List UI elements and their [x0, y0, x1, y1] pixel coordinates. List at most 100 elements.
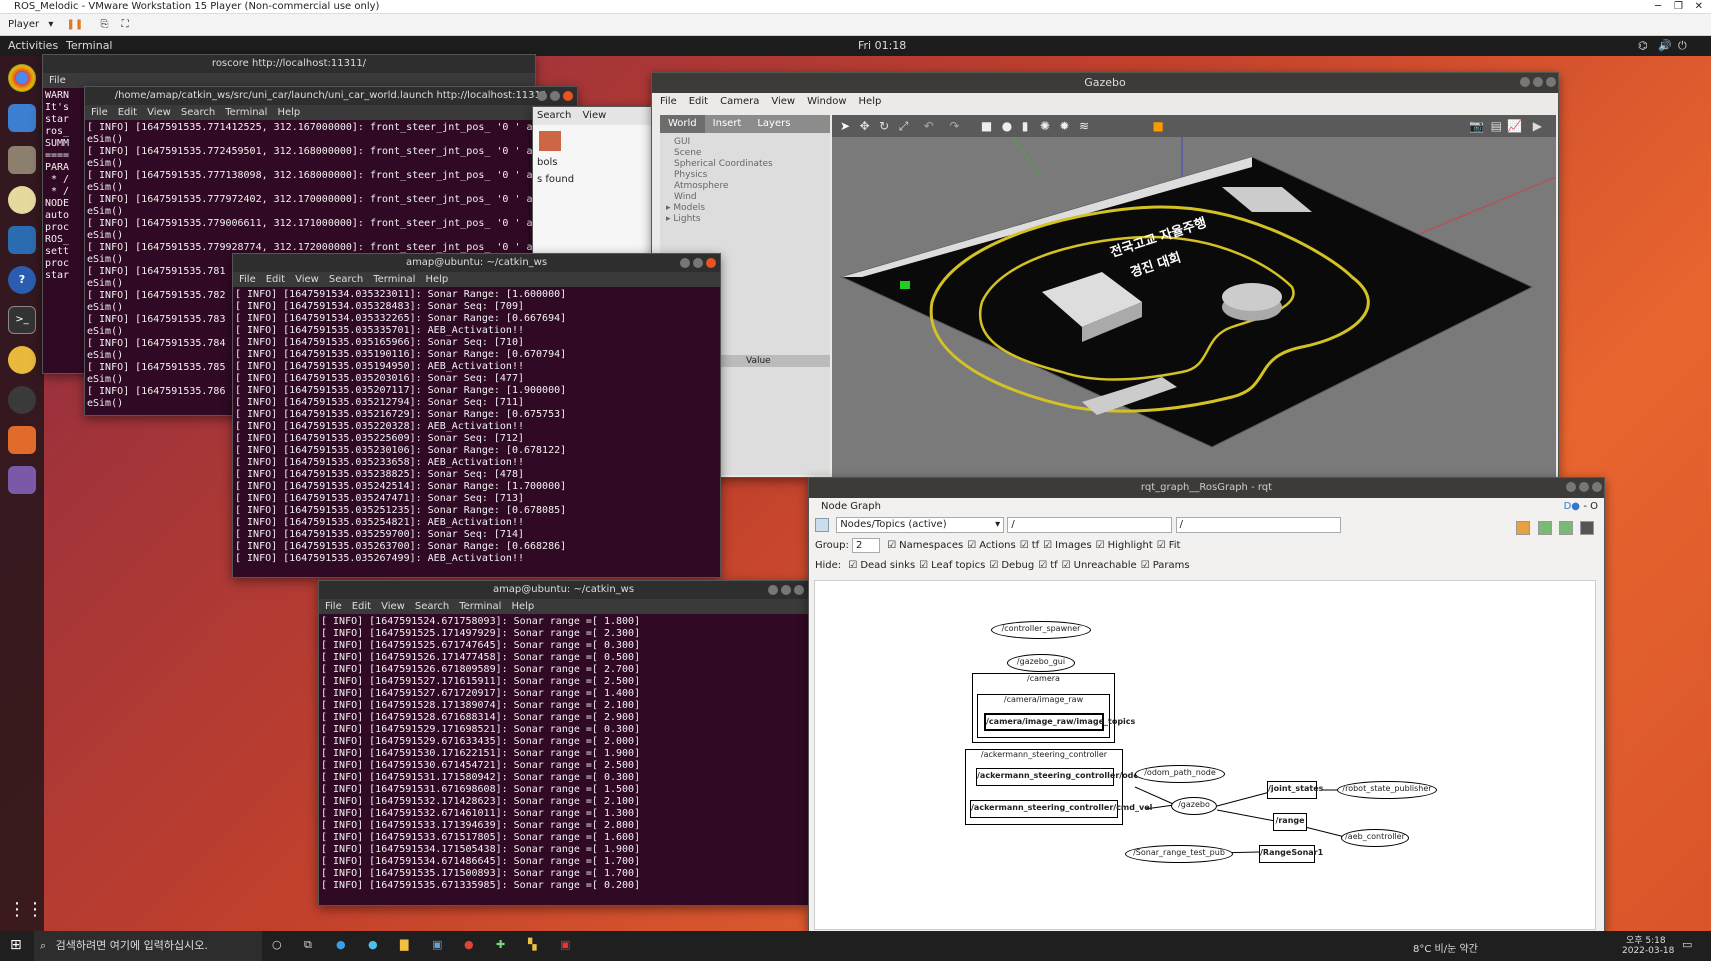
save-image-icon[interactable] [1580, 521, 1594, 535]
directional-light-icon[interactable]: ≋ [1079, 119, 1089, 133]
close-icon[interactable] [794, 585, 804, 595]
gazebo-menu-window[interactable]: Window [807, 96, 846, 107]
app-icon[interactable]: ▣ [432, 938, 442, 951]
topic-filter-input[interactable]: / [1175, 517, 1341, 533]
tab-layers[interactable]: Layers [749, 115, 798, 133]
app3-icon[interactable]: ▚ [528, 938, 536, 951]
menu-view[interactable]: View [295, 274, 319, 285]
network-icon[interactable]: ⌬ [1638, 36, 1648, 56]
sphere-shape-icon[interactable]: ● [1002, 119, 1012, 133]
checkbox-debug[interactable]: ☑ [989, 556, 998, 576]
rqt-icon[interactable] [8, 466, 36, 494]
redo-icon[interactable]: ↷ [949, 119, 959, 133]
menu-help[interactable]: Help [511, 601, 534, 612]
rotate-tool-icon[interactable]: ↻ [879, 119, 889, 133]
checkbox-fit[interactable]: ☑ [1157, 536, 1166, 556]
checkbox-tf[interactable]: ☑ [1020, 536, 1029, 556]
node-gazebo[interactable]: /gazebo [1171, 797, 1217, 815]
orange-tool-icon[interactable]: ■ [1153, 119, 1164, 133]
menu-file[interactable]: File [325, 601, 342, 612]
checkbox-highlight[interactable]: ☑ [1096, 536, 1105, 556]
cortana-icon[interactable]: ○ [272, 938, 282, 951]
mode-select[interactable]: Nodes/Topics (active) ▾ [836, 517, 1005, 533]
windows-start-icon[interactable]: ⊞ [10, 937, 22, 953]
world-tree-item[interactable]: Scene [674, 148, 816, 159]
graph-canvas[interactable]: /controller_spawner /gazebo_gui /camera … [814, 580, 1596, 930]
world-tree-item[interactable]: Physics [674, 170, 816, 181]
menu-edit[interactable]: Edit [266, 274, 285, 285]
close-icon[interactable] [706, 258, 716, 268]
menu-file[interactable]: File [239, 274, 256, 285]
node-robot-state-publisher[interactable]: /robot_state_publisher [1337, 781, 1437, 799]
minimize-icon[interactable] [680, 258, 690, 268]
group-spinbox[interactable]: 2 [852, 537, 881, 553]
thunderbird-icon[interactable] [8, 104, 36, 132]
topic-range[interactable]: /range [1273, 813, 1307, 831]
checkbox-namespaces[interactable]: ☑ [887, 536, 896, 556]
clock[interactable]: Fri 01:18 [858, 36, 906, 56]
checkbox-params[interactable]: ☑ [1141, 556, 1150, 576]
player-menu-button[interactable]: Player [8, 19, 39, 30]
load-dot-icon[interactable] [1516, 521, 1531, 535]
power-icon[interactable]: ⏻ [1678, 36, 1687, 56]
minimize-icon[interactable] [1520, 77, 1530, 87]
checkbox-leaf-topics[interactable]: ☑ [919, 556, 928, 576]
point-light-icon[interactable]: ✺ [1040, 119, 1050, 133]
chrome-taskbar-icon[interactable]: ● [464, 938, 474, 951]
weather-label[interactable]: 8°C 비/눈 약간 [1413, 940, 1478, 955]
gazebo-menu-file[interactable]: File [660, 96, 677, 107]
gazebo-icon[interactable] [8, 426, 36, 454]
maximize-icon[interactable] [550, 91, 560, 101]
app-grid-icon[interactable]: ⋮⋮ [8, 896, 44, 924]
taskbar-time[interactable]: 오후 5:18 [1626, 933, 1666, 946]
taskbar-date[interactable]: 2022-03-18 [1622, 946, 1674, 956]
gazebo-menu-edit[interactable]: Edit [689, 96, 708, 107]
plot-icon[interactable]: 📈 [1507, 115, 1522, 137]
world-tree-item[interactable]: GUI [674, 137, 816, 148]
maximize-icon[interactable] [693, 258, 703, 268]
cylinder-shape-icon[interactable]: ▮ [1022, 119, 1029, 133]
tab-insert[interactable]: Insert [705, 115, 750, 133]
terminal-app-menu[interactable]: Terminal [66, 36, 113, 56]
rviz-icon[interactable] [8, 346, 36, 374]
minimize-icon[interactable] [537, 91, 547, 101]
checkbox-unreachable[interactable]: ☑ [1062, 556, 1071, 576]
scale-tool-icon[interactable]: ⤢ [899, 119, 909, 133]
node-odom-path[interactable]: /odom_path_node [1135, 765, 1225, 783]
folder-icon[interactable] [539, 131, 561, 151]
menu-terminal[interactable]: Terminal [225, 107, 267, 118]
record-icon[interactable] [8, 386, 36, 414]
edge-icon[interactable]: ● [336, 938, 346, 951]
box-shape-icon[interactable]: ■ [981, 119, 992, 133]
gazebo-3d-viewport[interactable]: 전국고교 자율주행 경진 대회 [832, 137, 1556, 477]
menu-terminal[interactable]: Terminal [459, 601, 501, 612]
terminal-icon[interactable]: >_ [8, 306, 36, 334]
help-icon[interactable]: D● [1564, 498, 1580, 516]
menu-help[interactable]: Help [277, 107, 300, 118]
world-tree-item[interactable]: Atmosphere [674, 181, 816, 192]
gazebo-menu-help[interactable]: Help [859, 96, 882, 107]
close-icon[interactable] [563, 91, 573, 101]
minimize-icon[interactable] [1566, 482, 1576, 492]
save-dot-icon[interactable] [1537, 521, 1552, 535]
minimize-icon[interactable] [768, 585, 778, 595]
notification-icon[interactable]: ▭ [1682, 938, 1692, 951]
menu-terminal[interactable]: Terminal [373, 274, 415, 285]
checkbox-images[interactable]: ☑ [1043, 536, 1052, 556]
close-icon[interactable] [1592, 482, 1602, 492]
node-gazebo-gui[interactable]: /gazebo_gui [1007, 654, 1075, 672]
topic-camera-image-topics[interactable]: /camera/image_raw/image_topics [984, 713, 1135, 731]
node-sonar-range-test-pub[interactable]: /Sonar_range_test_pub [1125, 845, 1233, 863]
checkbox-actions[interactable]: ☑ [967, 536, 976, 556]
minimize-icon[interactable]: ─ [1655, 0, 1661, 14]
topic-ackermann-cmd-vel[interactable]: /ackermann_steering_controller/cmd_vel [970, 800, 1152, 818]
vmware-taskbar-icon[interactable]: ▣ [560, 938, 570, 951]
menu-search[interactable]: Search [181, 107, 215, 118]
translate-tool-icon[interactable]: ✥ [860, 119, 870, 133]
fullscreen-icon[interactable]: ⛶ [122, 19, 129, 30]
search-menu[interactable]: Search [537, 110, 571, 121]
activities-button[interactable]: Activities [8, 36, 58, 56]
chrome-icon[interactable] [8, 64, 36, 92]
menu-view[interactable]: View [147, 107, 171, 118]
close-icon[interactable] [1546, 77, 1556, 87]
